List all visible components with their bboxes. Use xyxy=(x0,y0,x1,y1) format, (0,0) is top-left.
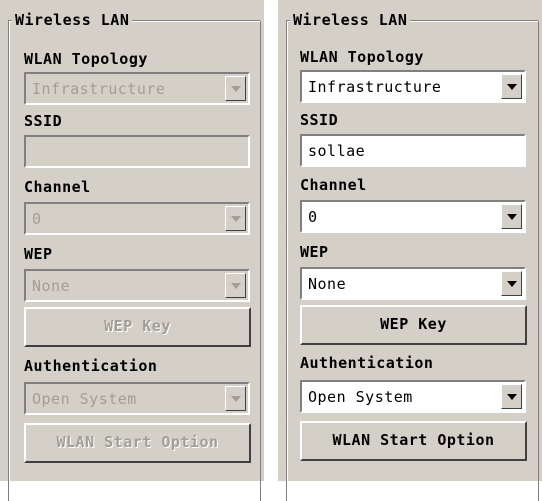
chevron-down-icon[interactable] xyxy=(501,74,522,99)
wep-value: None xyxy=(32,277,71,295)
ssid-input[interactable] xyxy=(24,135,250,168)
chevron-down-icon[interactable] xyxy=(501,204,522,229)
authentication-select[interactable]: Open System xyxy=(24,382,250,415)
wlan-topology-value: Infrastructure xyxy=(308,78,442,96)
ssid-input[interactable]: sollae xyxy=(300,134,526,167)
wlan-topology-select[interactable]: Infrastructure xyxy=(24,72,250,105)
wep-key-button[interactable]: WEP Key xyxy=(300,305,527,345)
channel-value: 0 xyxy=(308,208,318,226)
channel-label: Channel xyxy=(24,178,91,196)
wep-select[interactable]: None xyxy=(300,267,526,300)
wep-select[interactable]: None xyxy=(24,269,250,302)
authentication-value: Open System xyxy=(308,388,413,406)
chevron-down-icon[interactable] xyxy=(225,206,246,231)
chevron-down-icon[interactable] xyxy=(501,271,522,296)
wep-label: WEP xyxy=(24,245,53,263)
wlan-topology-label: WLAN Topology xyxy=(24,50,148,68)
authentication-select[interactable]: Open System xyxy=(300,380,526,413)
wlan-start-option-button[interactable]: WLAN Start Option xyxy=(300,421,527,461)
chevron-down-icon[interactable] xyxy=(225,386,246,411)
wlan-topology-value: Infrastructure xyxy=(32,80,166,98)
ssid-value: sollae xyxy=(308,142,366,160)
authentication-label: Authentication xyxy=(24,357,158,375)
wlan-start-option-button[interactable]: WLAN Start Option xyxy=(24,423,251,463)
channel-select[interactable]: 0 xyxy=(300,200,526,233)
group-title: Wireless LAN xyxy=(12,11,133,29)
wep-value: None xyxy=(308,275,347,293)
wlan-topology-select[interactable]: Infrastructure xyxy=(300,70,526,103)
channel-select[interactable]: 0 xyxy=(24,202,250,235)
wireless-lan-panel-enabled: Wireless LAN WLAN Topology Infrastructur… xyxy=(278,0,542,501)
ssid-label: SSID xyxy=(24,112,63,130)
wlan-topology-label: WLAN Topology xyxy=(300,48,424,66)
chevron-down-icon[interactable] xyxy=(225,273,246,298)
chevron-down-icon[interactable] xyxy=(225,76,246,101)
wep-key-button[interactable]: WEP Key xyxy=(24,307,251,347)
wep-label: WEP xyxy=(300,243,329,261)
channel-label: Channel xyxy=(300,176,367,194)
group-title: Wireless LAN xyxy=(290,11,411,29)
authentication-value: Open System xyxy=(32,390,137,408)
channel-value: 0 xyxy=(32,210,42,228)
chevron-down-icon[interactable] xyxy=(501,384,522,409)
ssid-label: SSID xyxy=(300,111,339,129)
wireless-lan-panel-disabled: Wireless LAN WLAN Topology Infrastructur… xyxy=(0,0,264,501)
authentication-label: Authentication xyxy=(300,354,434,372)
